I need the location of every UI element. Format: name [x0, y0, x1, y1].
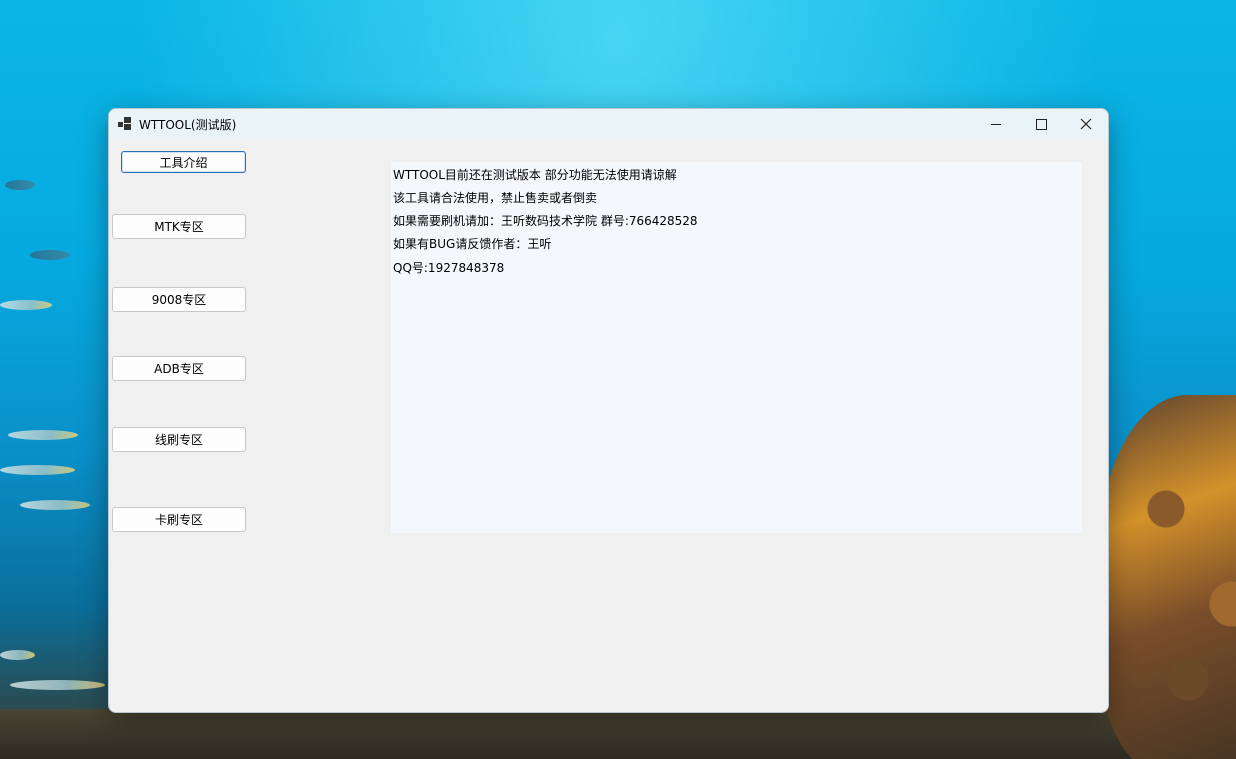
fish: [0, 650, 35, 660]
info-panel: WTTOOL目前还在测试版本 部分功能无法使用请谅解 该工具请合法使用，禁止售卖…: [391, 162, 1082, 533]
adb-section-button[interactable]: ADB专区: [112, 356, 246, 381]
fish: [30, 250, 70, 260]
fish: [8, 430, 78, 440]
fish: [20, 500, 90, 510]
reef: [0, 709, 1236, 759]
info-line: WTTOOL目前还在测试版本 部分功能无法使用请谅解: [393, 168, 677, 182]
fish: [0, 465, 75, 475]
maximize-button[interactable]: [1018, 109, 1064, 139]
app-window: WTTOOL(测试版) 工具介绍 MTK专区 9008专区 ADB专区 线刷专区…: [108, 108, 1109, 713]
turtle: [1100, 395, 1236, 759]
minimize-button[interactable]: [973, 109, 1019, 139]
fish: [10, 680, 105, 690]
info-line: 该工具请合法使用，禁止售卖或者倒卖: [393, 191, 598, 205]
fish: [0, 300, 52, 310]
maximize-icon: [1035, 118, 1047, 130]
info-line: 如果有BUG请反馈作者：王听: [393, 237, 552, 251]
card-flash-section-button[interactable]: 卡刷专区: [112, 507, 246, 532]
title-bar[interactable]: WTTOOL(测试版): [109, 109, 1108, 139]
9008-section-button[interactable]: 9008专区: [112, 287, 246, 312]
tool-intro-button[interactable]: 工具介绍: [121, 151, 246, 173]
close-button[interactable]: [1063, 109, 1108, 139]
window-title: WTTOOL(测试版): [139, 118, 237, 132]
mtk-section-button[interactable]: MTK专区: [112, 214, 246, 239]
fish: [5, 180, 35, 190]
close-icon: [1080, 118, 1092, 130]
line-flash-section-button[interactable]: 线刷专区: [112, 427, 246, 452]
info-line: 如果需要刷机请加：王听数码技术学院 群号:766428528: [393, 214, 698, 228]
app-icon: [118, 117, 132, 131]
minimize-icon: [991, 123, 1001, 125]
info-line: QQ号:1927848378: [393, 261, 505, 275]
